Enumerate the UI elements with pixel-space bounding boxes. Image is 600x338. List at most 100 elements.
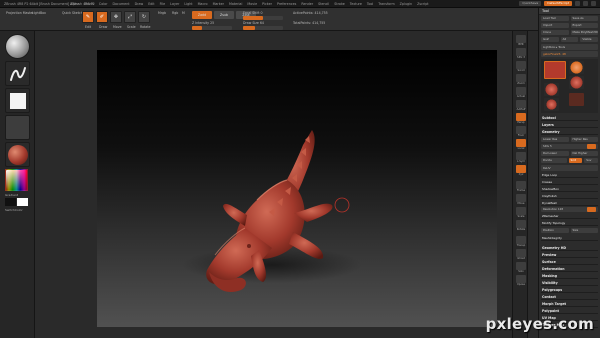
texture-selector[interactable] — [5, 115, 30, 140]
menu-file[interactable]: File — [160, 2, 166, 6]
z-intensity-slider[interactable] — [192, 26, 232, 30]
zsub-button[interactable]: Zsub — [214, 11, 234, 19]
menu-color[interactable]: Color — [99, 2, 108, 6]
lightbox-button[interactable]: LightBox — [32, 11, 46, 15]
position-button[interactable]: Position — [541, 228, 569, 233]
higher-res-button[interactable]: Higher Res — [570, 137, 598, 142]
rotate-button[interactable]: ↻ — [138, 11, 150, 23]
masking-section[interactable]: Masking — [541, 273, 598, 279]
preview-section[interactable]: Preview — [541, 252, 598, 258]
main-color-swatch[interactable] — [5, 198, 16, 206]
floor-button[interactable] — [516, 126, 526, 134]
menu-draw[interactable]: Draw — [135, 2, 144, 6]
zoom-button[interactable] — [516, 74, 526, 82]
close-icon[interactable] — [591, 1, 596, 6]
menu-brush[interactable]: Brush — [84, 2, 94, 6]
brush-selector[interactable] — [5, 34, 30, 59]
sdiv-slider[interactable]: SDiv 5 — [541, 144, 598, 149]
bpr-button[interactable] — [516, 35, 526, 43]
maximize-icon[interactable] — [583, 1, 588, 6]
import-button[interactable]: Import — [541, 23, 569, 28]
visible-button[interactable]: Visible — [580, 37, 599, 42]
rgb-toggle[interactable]: Rgb — [172, 11, 178, 15]
size-button[interactable]: Size — [570, 228, 598, 233]
m-toggle[interactable]: M — [182, 11, 185, 15]
make-polymesh-button[interactable]: Make PolyMesh3D — [570, 30, 598, 35]
move-button[interactable]: ✥ — [110, 11, 122, 23]
current-tool-name[interactable]: gatorFinal23. 48 — [541, 51, 598, 57]
projection-master-button[interactable]: Projection Master — [6, 11, 34, 15]
subtool-section[interactable]: Subtool — [541, 115, 598, 121]
menu-macro[interactable]: Macro — [198, 2, 208, 6]
menu-movie[interactable]: Movie — [247, 2, 257, 6]
menu-zplugin[interactable]: Zplugin — [400, 2, 412, 6]
lower-res-button[interactable]: Lower Res — [541, 137, 569, 142]
tool-thumb-gator-small[interactable] — [544, 98, 559, 111]
menu-zscript[interactable]: Zscript — [417, 2, 428, 6]
tool-thumb-sphere3d[interactable] — [569, 61, 584, 74]
draw-size-slider[interactable] — [243, 26, 283, 30]
transp-button[interactable] — [516, 236, 526, 244]
mrgb-toggle[interactable]: Mrgb — [158, 11, 166, 15]
stroke-selector[interactable] — [5, 61, 30, 86]
claypolish-section[interactable]: ClayPolish — [541, 193, 598, 199]
zremesher-section[interactable]: ZRemesher — [541, 213, 598, 219]
zadd-button[interactable]: Zadd — [192, 11, 212, 19]
menu-preferences[interactable]: Preferences — [277, 2, 296, 6]
spix-button[interactable] — [516, 48, 526, 56]
crease-section[interactable]: Crease — [541, 179, 598, 185]
export-button[interactable]: Export — [570, 23, 598, 28]
actual-button[interactable] — [516, 87, 526, 95]
menu-texture[interactable]: Texture — [350, 2, 362, 6]
divide-button[interactable]: Divide — [541, 158, 567, 163]
load-tool-button[interactable]: Load Tool — [541, 16, 569, 21]
secondary-color-swatch[interactable] — [17, 198, 28, 206]
tool-palette-title[interactable]: Tool — [539, 8, 600, 15]
alpha-selector[interactable] — [5, 88, 30, 113]
layout-selector[interactable]: DefaultZScript — [544, 1, 572, 6]
menu-marker[interactable]: Marker — [213, 2, 224, 6]
focal-shift-slider[interactable] — [243, 16, 283, 20]
contact-section[interactable]: Contact — [541, 294, 598, 300]
xyz-button[interactable] — [516, 165, 526, 173]
xpose-button[interactable] — [516, 275, 526, 283]
quicksave-button[interactable]: QuickSave — [519, 1, 542, 6]
menu-tool[interactable]: Tool — [367, 2, 373, 6]
polygroups-section[interactable]: Polygroups — [541, 287, 598, 293]
lsym-button[interactable] — [516, 152, 526, 160]
shadowbox-section[interactable]: ShadowBox — [541, 186, 598, 192]
ghost-button[interactable] — [516, 249, 526, 257]
document-canvas[interactable] — [97, 50, 497, 327]
reuv-button[interactable]: ReUV — [541, 165, 598, 171]
switch-color-button[interactable]: SwitchColor — [5, 208, 23, 212]
menu-material[interactable]: Material — [229, 2, 242, 6]
menu-render[interactable]: Render — [301, 2, 313, 6]
menu-transform[interactable]: Transform — [378, 2, 394, 6]
menu-document[interactable]: Document — [113, 2, 130, 6]
del-higher-button[interactable]: Del Higher — [570, 151, 598, 156]
polypaint-section[interactable]: Polypaint — [541, 308, 598, 314]
frame-button[interactable] — [516, 181, 526, 189]
local-button[interactable] — [516, 139, 526, 147]
surface-section[interactable]: Surface — [541, 259, 598, 265]
edge-loop-section[interactable]: Edge Loop — [541, 172, 598, 178]
visibility-section[interactable]: Visibility — [541, 280, 598, 286]
smt-toggle[interactable]: Smt — [568, 158, 583, 163]
geometry-hd-section[interactable]: Geometry HD — [541, 245, 598, 251]
modify-topology-section[interactable]: Modify Topology — [541, 220, 598, 226]
morph-target-section[interactable]: Morph Target — [541, 301, 598, 307]
rotate-view-button[interactable] — [516, 220, 526, 228]
save-as-button[interactable]: Save As — [570, 16, 598, 21]
material-selector[interactable] — [5, 142, 30, 167]
menu-picker[interactable]: Picker — [262, 2, 272, 6]
quick-sketch-button[interactable]: Quick Sketch — [62, 11, 83, 15]
minimize-icon[interactable] — [575, 1, 580, 6]
tool-thumb-extra[interactable] — [569, 93, 584, 106]
all-button[interactable]: All — [560, 37, 579, 42]
layers-section[interactable]: Layers — [541, 122, 598, 128]
resolution-slider[interactable]: Resolution 128 — [541, 207, 598, 212]
lightbox-tools-button[interactable]: Lightbox ▸ Tools — [541, 44, 598, 50]
scale-view-button[interactable] — [516, 207, 526, 215]
menu-stencil[interactable]: Stencil — [318, 2, 329, 6]
dynamesh-section[interactable]: DynaMesh — [541, 200, 598, 206]
